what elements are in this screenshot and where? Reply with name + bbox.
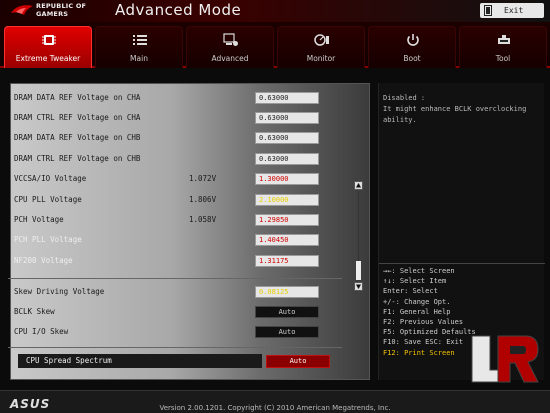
key-hint: →←: Select Screen xyxy=(383,267,455,275)
setting-value-field[interactable]: 1.40450 xyxy=(255,234,319,246)
tab-extreme-tweaker[interactable]: Extreme Tweaker xyxy=(4,26,92,68)
monitor-icon xyxy=(314,34,329,46)
setting-label: DRAM CTRL REF Voltage on CHA xyxy=(14,113,141,122)
exit-door-icon xyxy=(484,5,492,16)
rog-logo-line2: GAMERS xyxy=(36,10,69,18)
setting-current-reading: 1.806V xyxy=(189,195,217,204)
exit-button[interactable]: Exit xyxy=(480,3,544,18)
tab-advanced[interactable]: Advanced xyxy=(186,26,274,68)
setting-value-field[interactable]: 1.29850 xyxy=(255,214,319,226)
tab-tool[interactable]: Tool xyxy=(459,26,547,68)
title-bar: REPUBLIC OF GAMERS Advanced Mode Exit xyxy=(0,0,550,22)
arrow-up-icon xyxy=(356,183,361,188)
key-hint: +/-: Change Opt. xyxy=(383,297,451,306)
setting-option-button-selected[interactable]: Auto xyxy=(266,355,330,368)
advanced-icon xyxy=(223,33,238,46)
tab-monitor[interactable]: Monitor xyxy=(277,26,365,68)
help-divider xyxy=(379,263,545,264)
tab-label: Monitor xyxy=(306,54,336,63)
tab-main[interactable]: Main xyxy=(95,26,183,68)
tool-icon xyxy=(498,35,510,44)
section-divider xyxy=(8,347,342,348)
setting-current-reading: 1.072V xyxy=(189,174,217,183)
setting-option-button[interactable]: Auto xyxy=(255,306,319,318)
footer-bar: ASUS Version 2.00.1201. Copyright (C) 20… xyxy=(0,390,550,413)
scroll-down-button[interactable] xyxy=(354,282,363,291)
power-icon xyxy=(407,34,419,46)
setting-label: DRAM DATA REF Voltage on CHA xyxy=(14,93,141,102)
scrollbar-thumb[interactable] xyxy=(356,261,361,280)
setting-value-field[interactable]: 1.31175 xyxy=(255,255,319,267)
tab-label: Boot xyxy=(403,54,421,63)
setting-row-cpu-spread-spectrum-selected[interactable]: CPU Spread Spectrum xyxy=(18,354,262,368)
rog-eye-icon xyxy=(11,5,33,16)
watermark-logo-icon xyxy=(471,335,539,383)
scroll-up-button[interactable] xyxy=(354,181,363,190)
rog-logo-line1: REPUBLIC OF xyxy=(36,2,87,10)
tab-label: Extreme Tweaker xyxy=(15,54,81,63)
key-hint: F1: General Help xyxy=(383,307,451,316)
key-hint: ↑↓: Select Item xyxy=(383,277,447,286)
setting-label: VCCSA/IO Voltage xyxy=(14,174,87,183)
page-title: Advanced Mode xyxy=(115,1,242,19)
setting-label: BCLK Skew xyxy=(14,307,55,316)
setting-value-field[interactable]: 0.63000 xyxy=(255,92,319,104)
tab-label: Advanced xyxy=(211,54,249,63)
tab-label: Tool xyxy=(495,54,511,63)
help-description: Disabled : It might enhance BCLK overclo… xyxy=(383,94,527,124)
tab-label: Main xyxy=(130,54,148,63)
rog-logo-text: REPUBLIC OF GAMERS xyxy=(36,2,86,18)
setting-label: PCH PLL Voltage xyxy=(14,235,82,244)
setting-label: CPU I/O Skew xyxy=(14,327,69,336)
setting-value-field[interactable]: 0.08125 xyxy=(255,286,319,298)
setting-value-field[interactable]: 2.10000 xyxy=(255,194,319,206)
setting-label: DRAM DATA REF Voltage on CHB xyxy=(14,133,141,142)
setting-option-button[interactable]: Auto xyxy=(255,326,319,338)
chip-icon xyxy=(42,35,56,45)
version-info: Version 2.00.1201. Copyright (C) 2010 Am… xyxy=(159,404,391,412)
tab-boot[interactable]: Boot xyxy=(368,26,456,68)
arrow-down-icon xyxy=(356,284,361,289)
setting-label: Skew Driving Voltage xyxy=(14,287,105,296)
setting-value-field[interactable]: 1.30000 xyxy=(255,173,319,185)
key-hint: F2: Previous Values xyxy=(383,318,464,327)
setting-current-reading: 1.058V xyxy=(189,215,217,224)
exit-label: Exit xyxy=(504,6,524,15)
tab-bar: Extreme Tweaker Main Advanced Monitor Bo… xyxy=(0,22,550,68)
setting-label: CPU PLL Voltage xyxy=(14,195,82,204)
section-divider xyxy=(8,278,342,279)
setting-label: NF200 Voltage xyxy=(14,256,73,265)
list-icon xyxy=(133,35,147,45)
setting-label: DRAM CTRL REF Voltage on CHB xyxy=(14,154,141,163)
key-hint: Enter: Select xyxy=(383,287,438,296)
setting-value-field[interactable]: 0.63000 xyxy=(255,132,319,144)
setting-value-field[interactable]: 0.63000 xyxy=(255,153,319,165)
setting-value-field[interactable]: 0.63000 xyxy=(255,112,319,124)
setting-label: PCH Voltage xyxy=(14,215,64,224)
